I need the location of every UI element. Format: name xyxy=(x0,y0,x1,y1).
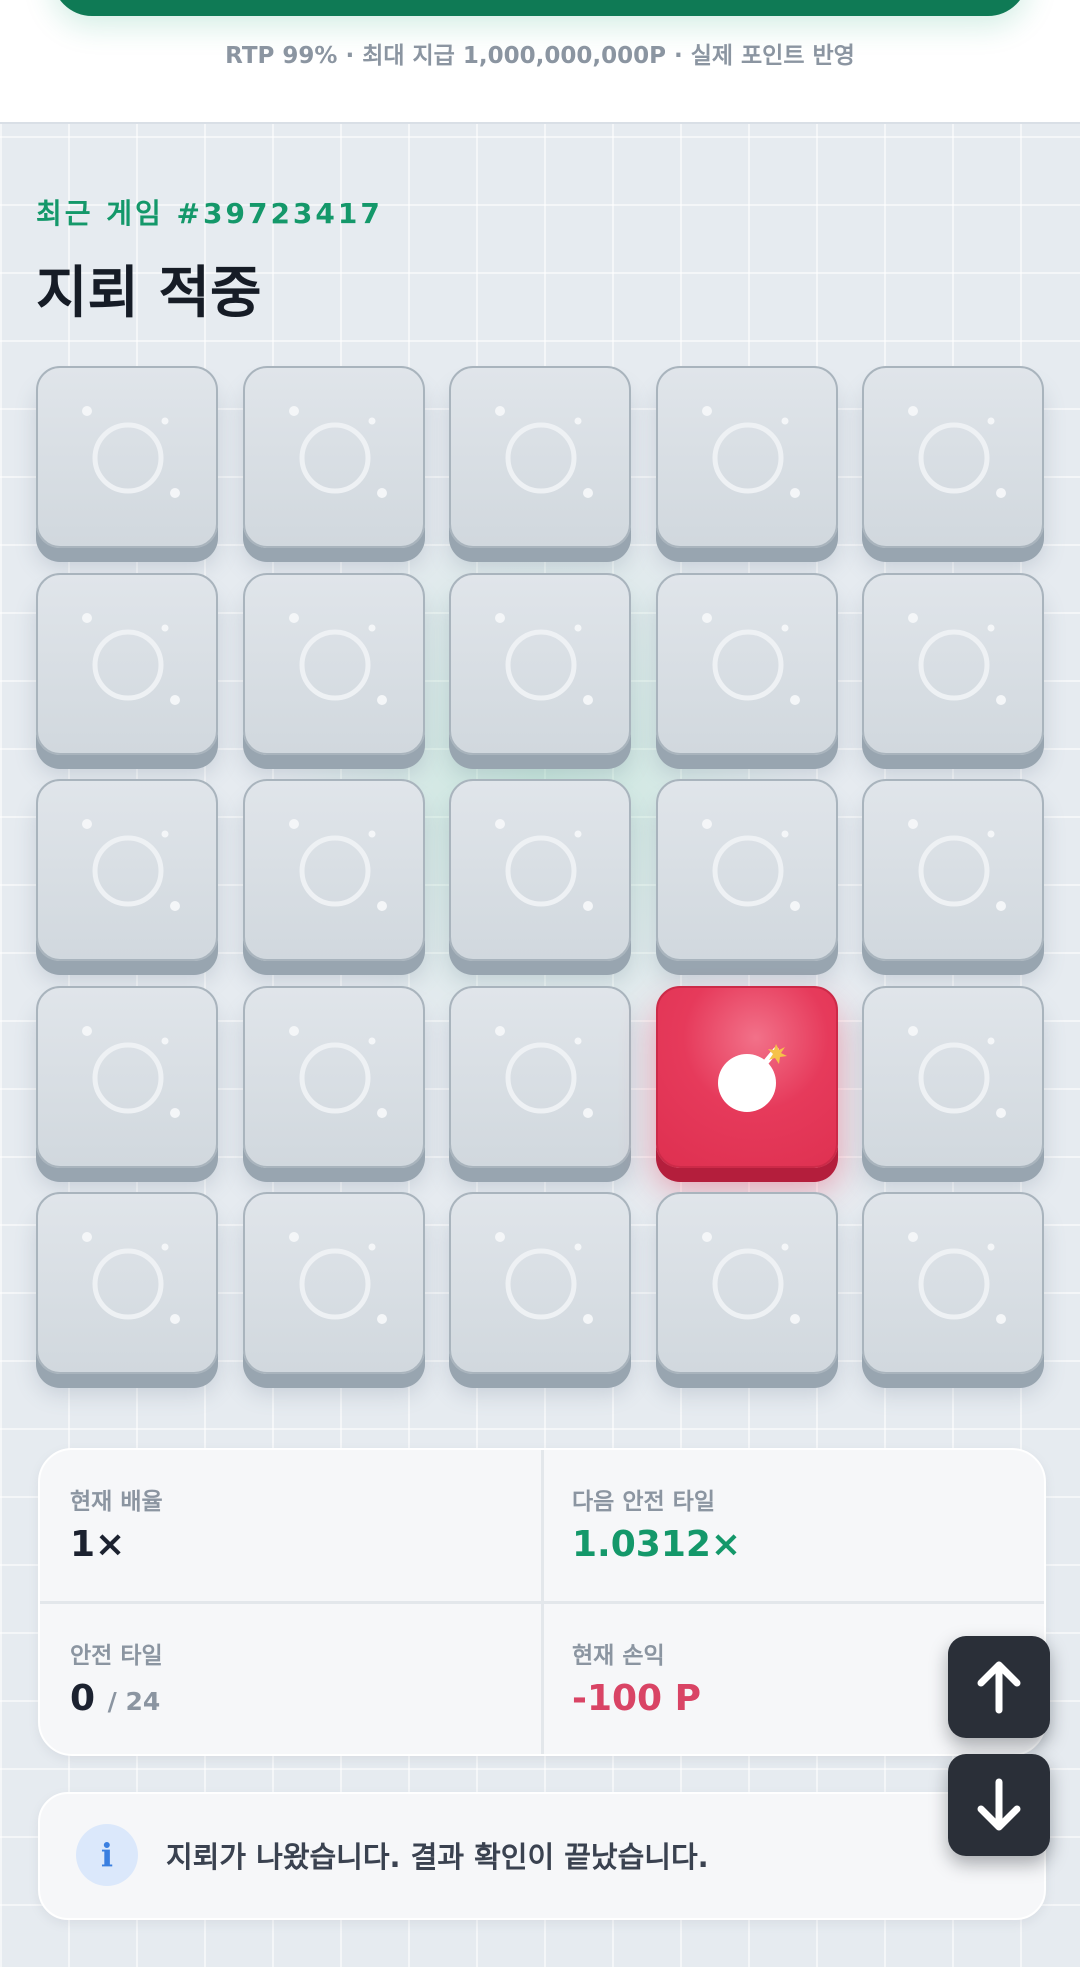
gem-placeholder-icon xyxy=(702,406,800,498)
gem-placeholder-icon xyxy=(908,1232,1006,1324)
gem-placeholder-icon xyxy=(289,406,387,498)
mine-tile[interactable] xyxy=(862,986,1044,1168)
stat-next-safe: 다음 안전 타일 1.0312× xyxy=(572,1482,1012,1565)
gem-placeholder-icon xyxy=(908,613,1006,705)
gem-placeholder-icon xyxy=(82,613,180,705)
stat-value: 1.0312× xyxy=(572,1524,742,1565)
stat-current-pl: 현재 손익 -100 P xyxy=(572,1636,1012,1719)
scroll-up-button[interactable] xyxy=(948,1636,1050,1738)
rtp-info: RTP 99% · 최대 지급 1,000,000,000P · 실제 포인트 … xyxy=(225,43,855,69)
game-id-label: 최근 게임 #39723417 xyxy=(36,197,383,230)
gem-placeholder-icon xyxy=(82,406,180,498)
gem-placeholder-icon xyxy=(702,819,800,911)
mine-tile[interactable] xyxy=(656,779,838,961)
mine-tile[interactable] xyxy=(449,573,631,755)
gem-placeholder-icon xyxy=(495,613,593,705)
stat-label: 현재 손익 xyxy=(572,1643,665,1669)
mine-tile[interactable] xyxy=(243,986,425,1168)
stat-current-multiplier: 현재 배율 1× xyxy=(70,1482,510,1565)
mine-tile-revealed[interactable] xyxy=(656,986,838,1168)
bomb-icon xyxy=(718,1044,787,1112)
mine-tile[interactable] xyxy=(36,1192,218,1374)
page-title: 지뢰 적중 xyxy=(36,261,262,326)
gem-placeholder-icon xyxy=(82,1232,180,1324)
mine-tile[interactable] xyxy=(862,1192,1044,1374)
divider xyxy=(40,1601,1044,1604)
mine-tile[interactable] xyxy=(656,1192,838,1374)
arrow-down-icon xyxy=(977,1778,1021,1831)
safe-tiles-total: / 24 xyxy=(107,1687,161,1716)
mine-tile[interactable] xyxy=(449,779,631,961)
gem-placeholder-icon xyxy=(495,1232,593,1324)
gem-placeholder-icon xyxy=(908,819,1006,911)
gem-placeholder-icon xyxy=(495,1026,593,1118)
mine-tile[interactable] xyxy=(862,779,1044,961)
mine-tile[interactable] xyxy=(449,366,631,548)
mine-tile[interactable] xyxy=(449,1192,631,1374)
result-message: i 지뢰가 나왔습니다. 결과 확인이 끝났습니다. xyxy=(38,1792,1046,1920)
scroll-down-button[interactable] xyxy=(948,1754,1050,1856)
stats-card: 현재 배율 1× 다음 안전 타일 1.0312× 안전 타일 0 / 24 현… xyxy=(38,1448,1046,1756)
gem-placeholder-icon xyxy=(495,819,593,911)
stat-label: 안전 타일 xyxy=(70,1643,163,1669)
mine-tile[interactable] xyxy=(862,573,1044,755)
gem-placeholder-icon xyxy=(82,819,180,911)
header-strip: RTP 99% · 최대 지급 1,000,000,000P · 실제 포인트 … xyxy=(0,0,1080,124)
gem-placeholder-icon xyxy=(908,406,1006,498)
gem-placeholder-icon xyxy=(82,1026,180,1118)
stat-value: 0 / 24 xyxy=(70,1678,510,1719)
safe-tiles-count: 0 xyxy=(70,1678,96,1719)
arrow-up-icon xyxy=(977,1661,1021,1714)
mine-tile[interactable] xyxy=(243,1192,425,1374)
mine-tile[interactable] xyxy=(243,573,425,755)
gem-placeholder-icon xyxy=(289,1232,387,1324)
info-icon: i xyxy=(76,1824,138,1886)
gem-placeholder-icon xyxy=(702,1232,800,1324)
gem-placeholder-icon xyxy=(495,406,593,498)
stat-value: 1× xyxy=(70,1524,126,1565)
gem-placeholder-icon xyxy=(289,819,387,911)
mine-tile[interactable] xyxy=(36,366,218,548)
gem-placeholder-icon xyxy=(702,613,800,705)
mine-tile[interactable] xyxy=(862,366,1044,548)
mine-tile[interactable] xyxy=(243,366,425,548)
mine-tile[interactable] xyxy=(656,573,838,755)
mine-tile[interactable] xyxy=(656,366,838,548)
stat-label: 다음 안전 타일 xyxy=(572,1489,715,1515)
gem-placeholder-icon xyxy=(289,613,387,705)
mine-tile[interactable] xyxy=(243,779,425,961)
stat-value: -100 P xyxy=(572,1678,702,1719)
mine-tile[interactable] xyxy=(36,986,218,1168)
gem-placeholder-icon xyxy=(908,1026,1006,1118)
stat-label: 현재 배율 xyxy=(70,1489,163,1515)
message-text: 지뢰가 나왔습니다. 결과 확인이 끝났습니다. xyxy=(166,1840,709,1874)
stat-safe-tiles: 안전 타일 0 / 24 xyxy=(70,1636,510,1719)
mine-tile[interactable] xyxy=(449,986,631,1168)
mine-tile[interactable] xyxy=(36,573,218,755)
play-button[interactable] xyxy=(52,0,1028,16)
gem-placeholder-icon xyxy=(289,1026,387,1118)
mine-tile[interactable] xyxy=(36,779,218,961)
